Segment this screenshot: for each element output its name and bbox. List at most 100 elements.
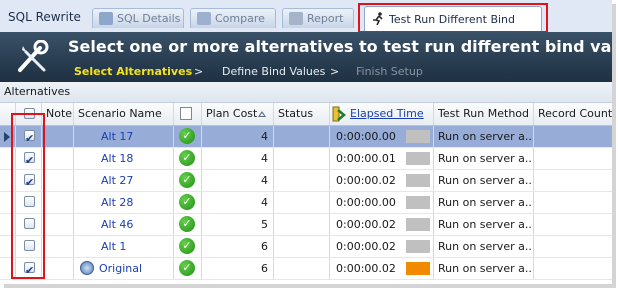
- table-row[interactable]: Alt 28 ✓ 4 0:00:00.00 Run on server a...: [0, 192, 612, 214]
- scenario-name-link[interactable]: Alt 27: [101, 170, 133, 191]
- row-status: [274, 258, 330, 279]
- row-record-count: [534, 148, 612, 169]
- table-row[interactable]: Alt 1 ✓ 6 0:00:00.02 Run on server a...: [0, 236, 612, 258]
- row-scenario-name[interactable]: Alt 28: [74, 192, 174, 213]
- wrench-screwdriver-icon: [18, 40, 49, 72]
- elapsed-time-value: 0:00:00.00: [336, 196, 396, 209]
- original-scenario-icon: [80, 261, 94, 275]
- row-scenario-name[interactable]: Alt 27: [74, 170, 174, 191]
- scenario-name-link[interactable]: Alt 46: [101, 214, 133, 235]
- row-test-run-method[interactable]: Run on server a...: [434, 126, 534, 147]
- group-title: Alternatives: [4, 85, 71, 98]
- check-circle-icon: ✓: [179, 128, 195, 144]
- row-plan-cost: 4: [202, 170, 274, 191]
- row-record-count: [534, 258, 612, 279]
- row-plan-cost: 5: [202, 214, 274, 235]
- elapsed-time-value: 0:00:00.02: [336, 240, 396, 253]
- row-note[interactable]: [42, 214, 74, 235]
- row-status: [274, 148, 330, 169]
- row-note[interactable]: [42, 170, 74, 191]
- col-record-count[interactable]: Record Count: [534, 103, 612, 125]
- row-note[interactable]: [42, 258, 74, 279]
- elapsed-time-bar: [406, 174, 430, 187]
- wizard-banner: Select one or more alternatives to test …: [0, 32, 612, 82]
- row-plan-status: ✓: [174, 170, 202, 191]
- elapsed-time-bar: [406, 240, 430, 253]
- table-row[interactable]: ✔ Original ✓ 6 0:00:00.02 Run on server a...: [0, 258, 612, 280]
- row-scenario-name[interactable]: Alt 18: [74, 148, 174, 169]
- check-circle-icon: ✓: [179, 260, 195, 276]
- test-run-method-value: Run on server a...: [438, 152, 534, 165]
- row-plan-cost: 6: [202, 258, 274, 279]
- row-test-run-method[interactable]: Run on server a...: [434, 214, 534, 235]
- report-icon: [289, 12, 303, 25]
- step-define-bind-values[interactable]: Define Bind Values: [222, 65, 325, 78]
- grid-header: Note Scenario Name Plan Cost Status Elap…: [0, 103, 612, 126]
- elapsed-time-bar: [406, 218, 430, 231]
- app-title: SQL Rewrite: [8, 10, 81, 24]
- row-test-run-method[interactable]: Run on server a...: [434, 170, 534, 191]
- scenario-name-link[interactable]: Alt 18: [101, 148, 133, 169]
- scenario-name-link[interactable]: Alt 17: [101, 126, 133, 147]
- col-plan-cost-label: Plan Cost: [206, 107, 258, 120]
- row-plan-cost: 4: [202, 148, 274, 169]
- tab-label: Report: [307, 12, 344, 25]
- tab-compare[interactable]: Compare: [190, 8, 276, 28]
- row-elapsed-time: 0:00:00.01: [330, 148, 434, 169]
- check-circle-icon: ✓: [179, 172, 195, 188]
- sql-rewrite-window: SQL Rewrite SQL Details Compare Report T…: [0, 0, 612, 284]
- col-note[interactable]: Note: [42, 103, 74, 125]
- check-circle-icon: ✓: [179, 194, 195, 210]
- banner-title: Select one or more alternatives to test …: [68, 37, 612, 56]
- test-run-method-value: Run on server a...: [438, 130, 534, 143]
- scenario-name-link[interactable]: Alt 28: [101, 192, 133, 213]
- tab-strip: SQL Rewrite SQL Details Compare Report T…: [0, 0, 612, 46]
- row-record-count: [534, 126, 612, 147]
- row-test-run-method[interactable]: Run on server a...: [434, 258, 534, 279]
- row-test-run-method[interactable]: Run on server a...: [434, 192, 534, 213]
- test-run-method-value: Run on server a...: [438, 240, 534, 253]
- row-plan-status: ✓: [174, 148, 202, 169]
- row-scenario-name[interactable]: Alt 17: [74, 126, 174, 147]
- row-scenario-name[interactable]: Alt 46: [74, 214, 174, 235]
- table-row[interactable]: Alt 46 ✓ 5 0:00:00.02 Run on server a...: [0, 214, 612, 236]
- tab-report[interactable]: Report: [282, 8, 354, 28]
- row-note[interactable]: [42, 236, 74, 257]
- row-note[interactable]: [42, 126, 74, 147]
- check-circle-icon: ✓: [179, 238, 195, 254]
- scenario-name-link[interactable]: Alt 1: [101, 236, 126, 257]
- row-record-count: [534, 192, 612, 213]
- row-plan-status: ✓: [174, 214, 202, 235]
- tab-sql-details[interactable]: SQL Details: [92, 8, 184, 28]
- step-separator: >: [330, 65, 340, 78]
- row-note[interactable]: [42, 192, 74, 213]
- col-status[interactable]: Status: [274, 103, 330, 125]
- col-elapsed-time-link[interactable]: Elapsed Time: [350, 103, 424, 125]
- check-circle-icon: ✓: [179, 150, 195, 166]
- step-select-alternatives[interactable]: Select Alternatives: [74, 65, 192, 78]
- scenario-name-link[interactable]: Original: [99, 258, 142, 279]
- col-scenario-name[interactable]: Scenario Name: [74, 103, 174, 125]
- row-test-run-method[interactable]: Run on server a...: [434, 148, 534, 169]
- col-test-run-method[interactable]: Test Run Method: [434, 103, 534, 125]
- test-run-method-value: Run on server a...: [438, 174, 534, 187]
- col-plan-icon[interactable]: [174, 103, 202, 125]
- highlight-box-checkboxes: [11, 113, 45, 279]
- table-row[interactable]: ✔ Alt 27 ✓ 4 0:00:00.02 Run on server a...: [0, 170, 612, 192]
- col-plan-cost[interactable]: Plan Cost: [202, 103, 274, 125]
- plan-cost-value: 6: [261, 240, 268, 253]
- row-plan-status: ✓: [174, 258, 202, 279]
- table-row[interactable]: ✔ Alt 17 ✓ 4 0:00:00.00 Run on server a...: [0, 126, 612, 148]
- row-scenario-name[interactable]: Original: [74, 258, 174, 279]
- plan-document-icon: [180, 107, 192, 120]
- row-scenario-name[interactable]: Alt 1: [74, 236, 174, 257]
- row-test-run-method[interactable]: Run on server a...: [434, 236, 534, 257]
- row-note[interactable]: [42, 148, 74, 169]
- col-elapsed-time[interactable]: Elapsed Time: [330, 103, 434, 125]
- test-run-method-value: Run on server a...: [438, 262, 534, 275]
- elapsed-time-bar: [406, 262, 430, 275]
- table-row[interactable]: ✔ Alt 18 ✓ 4 0:00:00.01 Run on server a...: [0, 148, 612, 170]
- test-run-method-value: Run on server a...: [438, 196, 534, 209]
- tab-label: Compare: [215, 12, 265, 25]
- row-elapsed-time: 0:00:00.02: [330, 170, 434, 191]
